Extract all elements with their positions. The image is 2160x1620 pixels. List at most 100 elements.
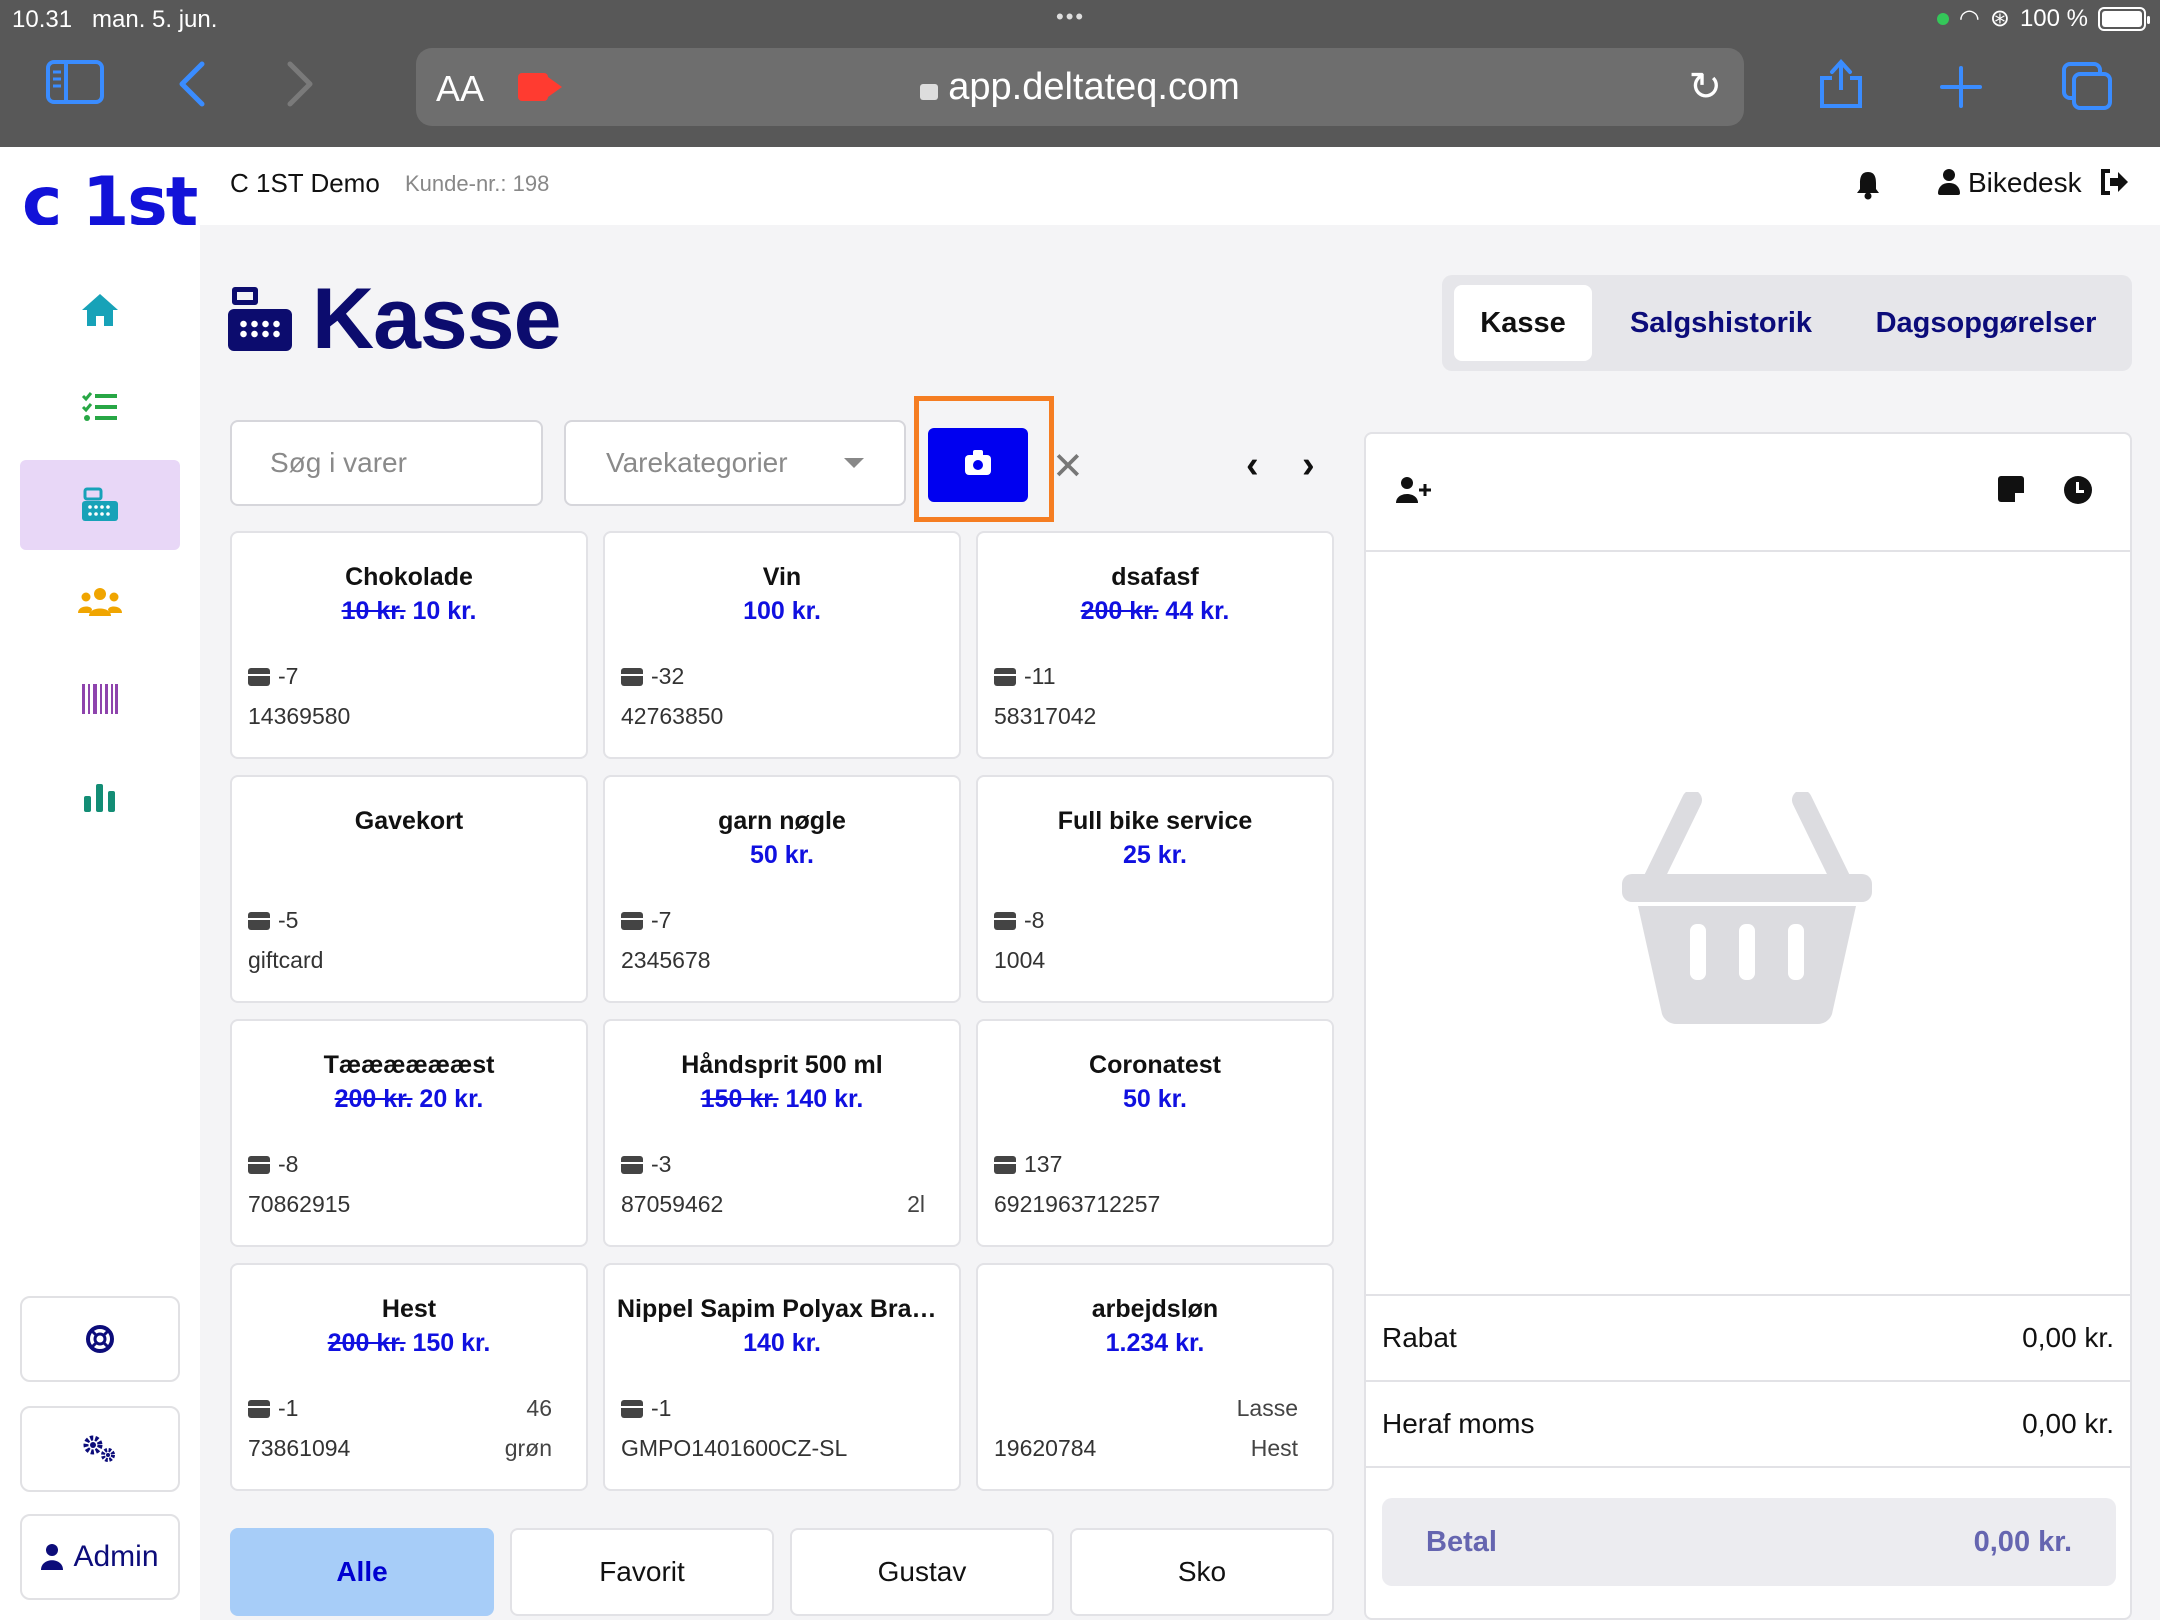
chevron-right-icon[interactable]: › <box>1302 444 1315 487</box>
sidebar-item-home[interactable] <box>20 265 180 355</box>
support-button[interactable] <box>20 1296 180 1382</box>
clear-icon[interactable]: ✕ <box>1052 444 1084 489</box>
product-stock-value: -7 <box>651 907 672 933</box>
product-current-price: 1.234 kr. <box>1105 1329 1205 1357</box>
product-price: 100 kr. <box>605 597 959 626</box>
settings-button[interactable] <box>20 1406 180 1492</box>
sidebar-toggle-icon[interactable] <box>46 60 104 113</box>
product-price: 1.234 kr. <box>978 1329 1332 1358</box>
empty-basket-icon <box>1622 792 1872 1024</box>
product-card[interactable]: Vin 100 kr. -32 42763850 <box>603 531 961 759</box>
box-icon <box>248 667 270 686</box>
reload-icon[interactable]: ↻ <box>1688 64 1722 110</box>
category-select[interactable]: Varekategorier <box>564 420 906 506</box>
sidebar-item-statistics[interactable] <box>20 752 180 842</box>
product-current-price: 140 kr. <box>743 1329 821 1357</box>
camera-scan-button[interactable] <box>928 428 1028 502</box>
sidebar-item-tasks[interactable] <box>20 362 180 452</box>
box-icon <box>248 1155 270 1174</box>
product-name: Nippel Sapim Polyax Brass... <box>617 1295 959 1323</box>
multitask-dots-icon[interactable]: ••• <box>1056 4 1085 30</box>
product-old-price: 10 kr. <box>341 597 406 625</box>
admin-user-icon <box>41 1544 64 1570</box>
chevron-left-icon[interactable]: ‹ <box>1246 444 1259 487</box>
product-price: 200 kr. 150 kr. <box>232 1329 586 1358</box>
back-icon[interactable] <box>176 60 206 117</box>
product-stock-value: -32 <box>651 663 685 689</box>
product-card[interactable]: Tææææææst 200 kr. 20 kr. -8 70862915 <box>230 1019 588 1247</box>
battery-percent: 100 % <box>2019 4 2088 32</box>
product-card[interactable]: Håndsprit 500 ml 150 kr. 140 kr. -3 8705946… <box>603 1019 961 1247</box>
box-icon <box>248 1399 270 1418</box>
product-current-price: 10 kr. <box>412 597 477 625</box>
admin-button[interactable]: Admin <box>20 1514 180 1600</box>
category-button-sko[interactable]: Sko <box>1070 1528 1334 1616</box>
sidebar-item-customers[interactable] <box>20 557 180 647</box>
add-customer-icon[interactable] <box>1396 476 1432 509</box>
category-button-favorit[interactable]: Favorit <box>510 1528 774 1616</box>
product-price: 50 kr. <box>978 1085 1332 1114</box>
product-card[interactable]: Chokolade 10 kr. 10 kr. -7 14369580 <box>230 531 588 759</box>
wifi-icon: ◠ <box>1958 5 1980 32</box>
tab-kasse[interactable]: Kasse <box>1454 285 1592 361</box>
vat-row: Heraf moms 0,00 kr. <box>1366 1380 2130 1466</box>
pay-label: Betal <box>1426 1525 1497 1558</box>
note-icon[interactable] <box>1998 476 2024 502</box>
product-sku: giftcard <box>248 947 324 973</box>
product-current-price: 44 kr. <box>1165 597 1230 625</box>
product-card[interactable]: Coronatest 50 kr. 137 6921963712257 <box>976 1019 1334 1247</box>
new-tab-icon[interactable] <box>1940 66 1982 117</box>
tabs-overview-icon[interactable] <box>2062 62 2112 119</box>
status-bar: 10.31 man. 5. jun. ••• ◠ ⊛ 100 % <box>0 0 2160 40</box>
product-card[interactable]: Full bike service 25 kr. -8 1004 <box>976 775 1334 1003</box>
product-card[interactable]: arbejdsløn 1.234 kr. 19620784 Lasse Hest <box>976 1263 1334 1491</box>
product-price: 140 kr. <box>605 1329 959 1358</box>
product-extra-2: Hest <box>1250 1435 1298 1461</box>
category-select-placeholder: Varekategorier <box>606 447 788 478</box>
product-price: 50 kr. <box>605 841 959 870</box>
browser-chrome: 10.31 man. 5. jun. ••• ◠ ⊛ 100 % AA app.… <box>0 0 2160 147</box>
discount-value: 0,00 kr. <box>2022 1322 2114 1353</box>
product-sku: 70862915 <box>248 1191 351 1217</box>
user-icon <box>1938 169 1960 197</box>
pay-button[interactable]: Betal 0,00 kr. <box>1382 1498 2116 1586</box>
sidebar-item-products[interactable] <box>20 654 180 744</box>
product-price: 10 kr. 10 kr. <box>232 597 586 626</box>
product-card[interactable]: garn nøgle 50 kr. -7 2345678 <box>603 775 961 1003</box>
tab-group: Kasse Salgshistorik Dagsopgørelser <box>1442 275 2132 371</box>
lock-icon <box>920 84 939 100</box>
product-sku: 14369580 <box>248 703 351 729</box>
forward-icon[interactable] <box>286 60 316 117</box>
product-name: Chokolade <box>345 563 473 591</box>
product-current-price: 20 kr. <box>419 1085 484 1113</box>
user-menu[interactable]: Bikedesk <box>1938 167 2082 199</box>
sidebar-item-kasse[interactable] <box>20 460 180 550</box>
product-card[interactable]: dsafasf 200 kr. 44 kr. -11 58317042 <box>976 531 1334 759</box>
search-input[interactable] <box>270 447 503 479</box>
orientation-lock-icon: ⊛ <box>1989 5 2010 32</box>
category-button-gustav[interactable]: Gustav <box>790 1528 1054 1616</box>
product-card[interactable]: Gavekort -5 giftcard <box>230 775 588 1003</box>
users-icon <box>78 588 122 616</box>
product-stock-value: -5 <box>278 907 299 933</box>
product-card[interactable]: Nippel Sapim Polyax Brass... 140 kr. -1 GM… <box>603 1263 961 1491</box>
logout-icon[interactable] <box>2100 168 2130 203</box>
bell-icon[interactable] <box>1855 170 1881 207</box>
status-indicators: ◠ ⊛ 100 % <box>1936 4 2150 33</box>
clock-icon[interactable] <box>2064 476 2092 504</box>
product-card[interactable]: Hest 200 kr. 150 kr. -1 73861094 46 grøn <box>230 1263 588 1491</box>
product-current-price: 25 kr. <box>1123 841 1187 869</box>
tab-dagsopgorelser[interactable]: Dagsopgørelser <box>1852 285 2120 361</box>
share-icon[interactable] <box>1818 58 1864 119</box>
product-extra-2: grøn <box>504 1435 552 1461</box>
product-stock: -8 <box>248 1151 298 1178</box>
tab-salgshistorik[interactable]: Salgshistorik <box>1606 285 1836 361</box>
status-time: 10.31 <box>12 6 73 33</box>
cart-header <box>1366 434 2130 552</box>
product-name: arbejdsløn <box>1091 1295 1219 1323</box>
category-button-alle[interactable]: Alle <box>230 1528 494 1616</box>
url-bar[interactable]: AA app.deltateq.com ↻ <box>416 48 1744 126</box>
product-stock: -1 <box>248 1395 298 1422</box>
product-name: Coronatest <box>1089 1051 1221 1079</box>
bar-chart-icon <box>84 784 115 812</box>
